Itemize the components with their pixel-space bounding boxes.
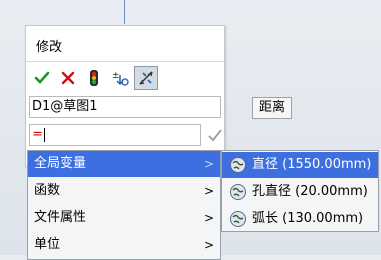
modify-dialog: 修改 ± D1@草图1 = [25, 25, 225, 167]
reset-spin-increment-button[interactable]: ± [108, 66, 132, 90]
dialog-toolbar: ± [30, 66, 158, 90]
submenu-item-arc-length[interactable]: 弧长 (130.00mm) [222, 206, 378, 232]
global-variable-icon [230, 211, 246, 227]
mark-dimension-button[interactable] [134, 66, 158, 90]
viewport-edge-line [124, 0, 125, 24]
global-variables-submenu: 直径 (1550.00mm) 孔直径 (20.00mm) 弧长 (130.00m… [221, 150, 379, 232]
submenu-item-hole-diameter[interactable]: 孔直径 (20.00mm) [222, 179, 378, 205]
chevron-right-icon: > [203, 238, 214, 252]
menu-item-units[interactable]: 单位 > [28, 232, 220, 258]
x-icon [61, 71, 75, 85]
submenu-item-label: 孔直径 (20.00mm) [252, 184, 368, 199]
menu-item-functions[interactable]: 函数 > [28, 178, 220, 204]
rebuild-button[interactable] [82, 66, 106, 90]
checkmark-icon [34, 71, 50, 84]
menu-item-label: 文件属性 [34, 210, 87, 225]
spin-increment-icon: ± [112, 71, 129, 86]
dialog-divider [26, 61, 224, 62]
submenu-item-label: 弧长 (130.00mm) [252, 211, 364, 226]
svg-text:±: ± [112, 71, 120, 81]
dimension-type-tooltip: 距离 [252, 97, 293, 119]
chevron-right-icon: > [203, 157, 214, 171]
dialog-title: 修改 [36, 40, 63, 55]
menu-item-label: 函数 [34, 183, 61, 198]
dimension-mark-icon [139, 71, 153, 85]
text-caret [43, 127, 45, 142]
menu-item-label: 单位 [34, 237, 61, 252]
traffic-light-icon [90, 70, 98, 86]
global-variable-icon [230, 157, 246, 173]
dimension-value-input[interactable]: = [29, 124, 201, 146]
cancel-button[interactable] [56, 66, 80, 90]
dimension-name-field[interactable]: D1@草图1 [29, 96, 221, 118]
menu-item-global-variables[interactable]: 全局变量 > [28, 151, 220, 177]
equation-context-menu: 全局变量 > 函数 > 文件属性 > 单位 > [27, 150, 221, 260]
equals-sign: = [32, 127, 43, 142]
menu-item-label: 全局变量 [34, 156, 87, 171]
chevron-right-icon: > [203, 211, 214, 225]
menu-item-file-properties[interactable]: 文件属性 > [28, 205, 220, 231]
global-variable-icon [230, 184, 246, 200]
chevron-right-icon: > [203, 184, 214, 198]
submenu-item-diameter[interactable]: 直径 (1550.00mm) [222, 152, 378, 178]
ok-button[interactable] [30, 66, 54, 90]
confirm-check-icon[interactable] [207, 127, 223, 143]
submenu-item-label: 直径 (1550.00mm) [252, 157, 372, 172]
